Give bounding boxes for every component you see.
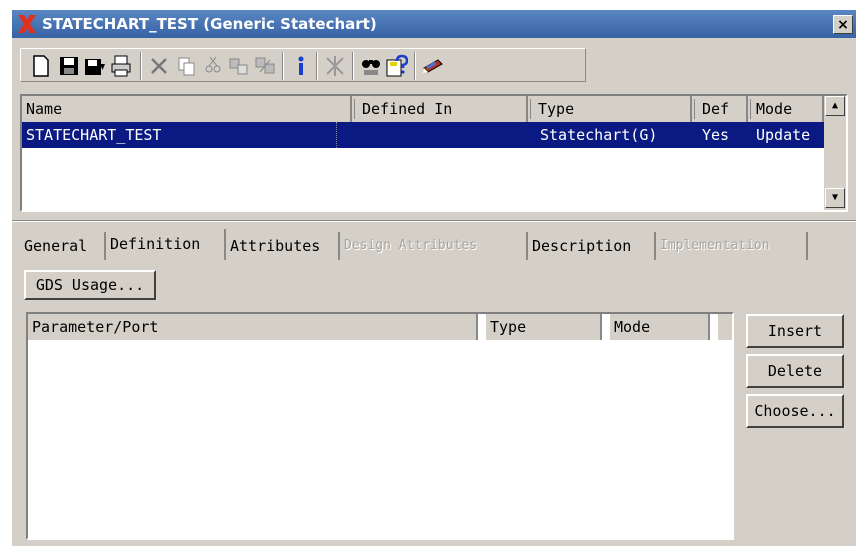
object-list[interactable]: Name Defined In Type Def Mode STATECHART…: [20, 94, 848, 212]
copy-icon[interactable]: [176, 54, 198, 78]
delete-icon[interactable]: [148, 54, 170, 78]
cell-mode: Update: [756, 126, 811, 144]
list-header: Name Defined In Type Def Mode: [22, 96, 828, 122]
delete-button[interactable]: Delete: [746, 354, 844, 388]
list-scrollbar[interactable]: ▲ ▼: [824, 96, 846, 210]
column-header-name[interactable]: Name: [22, 96, 355, 122]
cell-defined-in: [358, 122, 362, 148]
cut-icon[interactable]: [228, 54, 250, 78]
title-bar[interactable]: STATECHART_TEST (Generic Statechart) ×: [12, 10, 856, 38]
cell-name: STATECHART_TEST: [22, 122, 337, 148]
cell-type: Statechart(G): [540, 126, 658, 144]
choose-button[interactable]: Choose...: [746, 394, 844, 428]
column-header-mode[interactable]: Mode: [610, 314, 710, 340]
column-header-type[interactable]: Type: [486, 314, 602, 340]
toolbar-separator: [282, 52, 284, 80]
tab-design-attributes[interactable]: Design Attributes: [340, 232, 528, 260]
compare-icon[interactable]: [254, 54, 276, 78]
column-header-parameter-port[interactable]: Parameter/Port: [28, 314, 478, 340]
column-header-extra: [718, 314, 732, 340]
app-x-icon: [18, 15, 36, 33]
tab-attributes[interactable]: Attributes: [226, 232, 340, 260]
column-header-type[interactable]: Type: [534, 96, 695, 122]
new-icon[interactable]: [30, 54, 52, 78]
main-frame: Name Defined In Type Def Mode STATECHART…: [12, 38, 856, 546]
toolbar-separator: [352, 52, 354, 80]
paste-icon[interactable]: [202, 54, 224, 78]
find-icon[interactable]: [360, 54, 382, 78]
close-button[interactable]: ×: [833, 15, 853, 34]
help-icon[interactable]: [386, 54, 408, 78]
insert-button[interactable]: Insert: [746, 314, 844, 348]
toolbar-separator: [414, 52, 416, 80]
tab-implementation[interactable]: Implementation: [656, 232, 808, 260]
tools-icon[interactable]: [324, 54, 346, 78]
window: STATECHART_TEST (Generic Statechart) × N…: [0, 0, 857, 546]
pencil-icon[interactable]: [422, 54, 444, 78]
column-header-defined-in[interactable]: Defined In: [358, 96, 531, 122]
definition-panel: GDS Usage... Parameter/Port Type Mode In…: [20, 260, 848, 542]
cell-def: Yes: [702, 126, 730, 144]
column-header-def[interactable]: Def: [698, 96, 751, 122]
scroll-down-icon[interactable]: ▼: [825, 188, 845, 208]
tab-general[interactable]: General: [20, 232, 106, 260]
gds-usage-button[interactable]: GDS Usage...: [24, 270, 156, 300]
parameter-list[interactable]: Parameter/Port Type Mode: [26, 312, 734, 540]
tab-definition[interactable]: Definition: [106, 229, 226, 260]
toolbar-separator: [140, 52, 142, 80]
column-header-mode[interactable]: Mode: [752, 96, 827, 122]
toolbar-separator: [316, 52, 318, 80]
tab-bar: General Definition Attributes Design Att…: [20, 229, 820, 260]
table-row[interactable]: STATECHART_TEST Statechart(G) Yes Update: [22, 122, 828, 148]
toolbar: [20, 48, 590, 84]
pane-divider[interactable]: [12, 220, 856, 222]
print-icon[interactable]: [110, 54, 132, 78]
window-title: STATECHART_TEST (Generic Statechart): [42, 15, 377, 33]
scroll-up-icon[interactable]: ▲: [825, 96, 845, 116]
save-icon[interactable]: [58, 54, 80, 78]
tab-description[interactable]: Description: [528, 232, 656, 260]
save-as-icon[interactable]: [84, 54, 106, 78]
info-icon[interactable]: [290, 54, 312, 78]
